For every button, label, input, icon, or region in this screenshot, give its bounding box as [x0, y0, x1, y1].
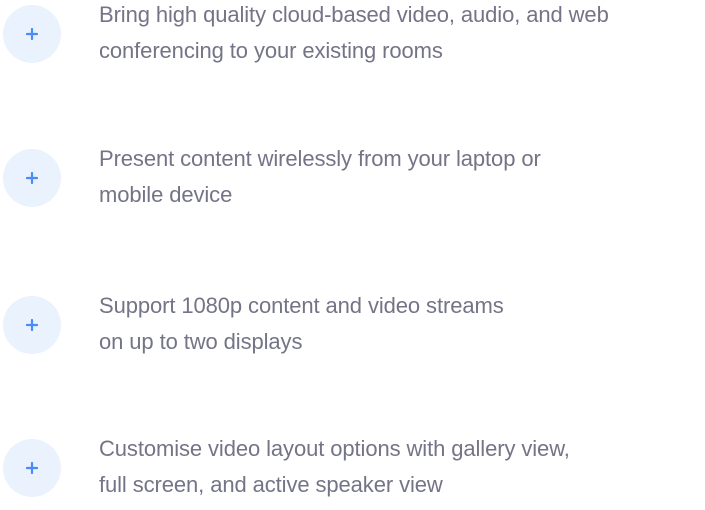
feature-text: Present content wirelessly from your lap… — [99, 141, 705, 213]
feature-text-line: Present content wirelessly from your lap… — [99, 146, 541, 171]
expand-button[interactable] — [3, 296, 61, 354]
feature-text-line: mobile device — [99, 182, 233, 207]
feature-item: Bring high quality cloud-based video, au… — [0, 0, 705, 69]
feature-text-line: Customise video layout options with gall… — [99, 436, 570, 461]
feature-text-line: Support 1080p content and video streams — [99, 293, 504, 318]
plus-icon — [26, 319, 38, 331]
feature-text-line: conferencing to your existing rooms — [99, 38, 443, 63]
feature-text: Customise video layout options with gall… — [99, 431, 705, 503]
feature-text-line: on up to two displays — [99, 329, 303, 354]
expand-button[interactable] — [3, 5, 61, 63]
plus-icon — [26, 28, 38, 40]
expand-button[interactable] — [3, 149, 61, 207]
feature-item: Present content wirelessly from your lap… — [0, 141, 705, 213]
feature-text-line: Bring high quality cloud-based video, au… — [99, 2, 609, 27]
feature-item: Customise video layout options with gall… — [0, 431, 705, 503]
feature-text-line: full screen, and active speaker view — [99, 472, 443, 497]
expand-button[interactable] — [3, 439, 61, 497]
feature-text: Support 1080p content and video streams … — [99, 288, 705, 360]
feature-list: Bring high quality cloud-based video, au… — [0, 0, 705, 510]
feature-text: Bring high quality cloud-based video, au… — [99, 0, 705, 69]
plus-icon — [26, 462, 38, 474]
feature-item: Support 1080p content and video streams … — [0, 288, 705, 360]
plus-icon — [26, 172, 38, 184]
